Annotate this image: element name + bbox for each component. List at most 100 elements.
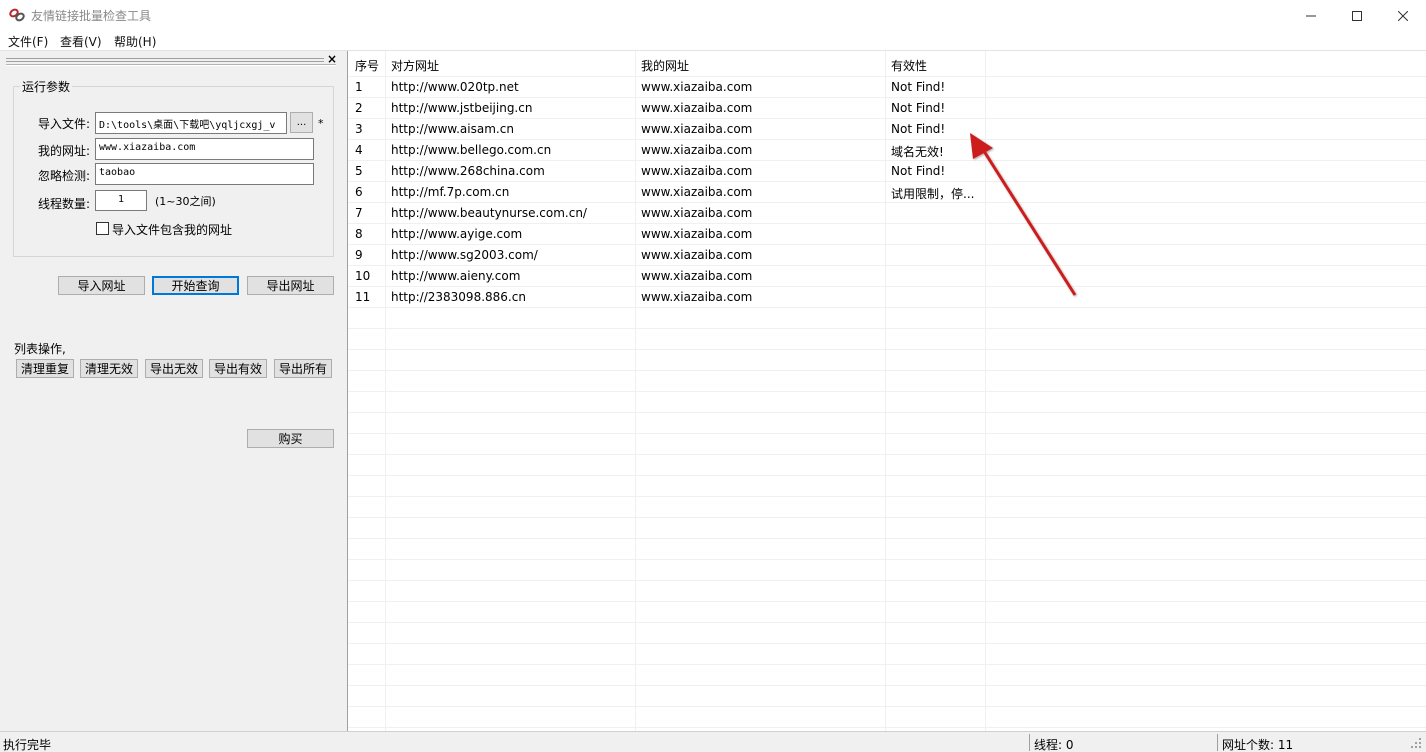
start-query-button[interactable]: 开始查询 bbox=[152, 276, 239, 295]
row-divider bbox=[348, 622, 1426, 623]
cell-my-url: www.xiazaiba.com bbox=[641, 143, 753, 157]
import-file-label: 导入文件: bbox=[38, 117, 91, 131]
cell-target-url: http://mf.7p.com.cn bbox=[391, 185, 510, 199]
cell-my-url: www.xiazaiba.com bbox=[641, 248, 753, 262]
minimize-icon bbox=[1306, 15, 1316, 16]
ignore-field[interactable]: taobao bbox=[95, 163, 314, 185]
cell-my-url: www.xiazaiba.com bbox=[641, 185, 753, 199]
header-my-url[interactable]: 我的网址 bbox=[641, 57, 689, 74]
export-all-button[interactable]: 导出所有 bbox=[274, 359, 332, 378]
minimize-button[interactable] bbox=[1288, 0, 1334, 31]
status-divider bbox=[1029, 734, 1030, 751]
row-divider bbox=[348, 139, 1426, 140]
cell-validity: Not Find! bbox=[891, 164, 946, 178]
row-divider bbox=[348, 685, 1426, 686]
status-divider bbox=[1217, 734, 1218, 751]
cell-target-url: http://www.ayige.com bbox=[391, 227, 523, 241]
results-table: 序号 对方网址 我的网址 有效性 1 http://www.020tp.net ww… bbox=[348, 51, 1426, 731]
cell-index: 6 bbox=[355, 185, 363, 199]
include-my-url-checkbox[interactable] bbox=[96, 222, 109, 235]
cell-validity: 域名无效! bbox=[891, 145, 944, 159]
cell-my-url: www.xiazaiba.com bbox=[641, 227, 753, 241]
row-divider bbox=[348, 265, 1426, 266]
cell-target-url: http://www.beautynurse.com.cn/ bbox=[391, 206, 587, 220]
cell-index: 8 bbox=[355, 227, 363, 241]
parameters-panel: × 运行参数 导入文件: D:\tools\桌面\下载吧\yqljcxgj_v … bbox=[0, 51, 341, 731]
import-file-field[interactable]: D:\tools\桌面\下载吧\yqljcxgj_v bbox=[95, 112, 287, 134]
cell-index: 5 bbox=[355, 164, 363, 178]
row-divider bbox=[348, 286, 1426, 287]
cell-target-url: http://www.aieny.com bbox=[391, 269, 521, 283]
row-divider bbox=[348, 496, 1426, 497]
header-target-url[interactable]: 对方网址 bbox=[391, 57, 439, 74]
panel-divider bbox=[6, 64, 336, 66]
cell-my-url: www.xiazaiba.com bbox=[641, 80, 753, 94]
row-divider bbox=[348, 517, 1426, 518]
cell-my-url: www.xiazaiba.com bbox=[641, 269, 753, 283]
panel-grip[interactable] bbox=[6, 58, 324, 62]
row-divider bbox=[348, 97, 1426, 98]
row-divider bbox=[348, 349, 1426, 350]
resize-grip-icon[interactable] bbox=[1410, 737, 1422, 749]
menu-view[interactable]: 查看(V) bbox=[60, 33, 102, 50]
cell-index: 3 bbox=[355, 122, 363, 136]
cell-index: 11 bbox=[355, 290, 371, 304]
row-divider bbox=[348, 538, 1426, 539]
threads-label: 线程数量: bbox=[38, 197, 91, 211]
row-divider bbox=[348, 118, 1426, 119]
row-divider bbox=[348, 181, 1426, 182]
header-index[interactable]: 序号 bbox=[355, 57, 379, 74]
status-threads: 线程: 0 bbox=[1034, 738, 1074, 752]
close-icon bbox=[1398, 10, 1408, 21]
cell-my-url: www.xiazaiba.com bbox=[641, 122, 753, 136]
cell-validity: Not Find! bbox=[891, 101, 946, 115]
cell-target-url: http://www.jstbeijing.cn bbox=[391, 101, 533, 115]
status-message: 执行完毕 bbox=[3, 738, 52, 752]
window-title: 友情链接批量检查工具 bbox=[31, 9, 152, 23]
menu-bar: 文件(F) 查看(V) 帮助(H) bbox=[0, 31, 1426, 51]
cell-target-url: http://www.aisam.cn bbox=[391, 122, 514, 136]
cell-index: 2 bbox=[355, 101, 363, 115]
row-divider bbox=[348, 433, 1426, 434]
cell-index: 7 bbox=[355, 206, 363, 220]
row-divider bbox=[348, 727, 1426, 728]
threads-field[interactable]: 1 bbox=[95, 190, 147, 211]
cell-index: 10 bbox=[355, 269, 371, 283]
include-my-url-label: 导入文件包含我的网址 bbox=[112, 223, 233, 237]
export-urls-button[interactable]: 导出网址 bbox=[247, 276, 334, 295]
menu-help[interactable]: 帮助(H) bbox=[114, 33, 156, 50]
cell-my-url: www.xiazaiba.com bbox=[641, 290, 753, 304]
row-divider bbox=[348, 601, 1426, 602]
row-divider bbox=[348, 454, 1426, 455]
panel-splitter[interactable] bbox=[341, 51, 348, 731]
maximize-button[interactable] bbox=[1334, 0, 1380, 31]
row-divider bbox=[348, 706, 1426, 707]
export-invalid-button[interactable]: 导出无效 bbox=[145, 359, 203, 378]
row-divider bbox=[348, 244, 1426, 245]
cell-target-url: http://www.sg2003.com/ bbox=[391, 248, 538, 262]
buy-button[interactable]: 购买 bbox=[247, 429, 334, 448]
cell-target-url: http://2383098.886.cn bbox=[391, 290, 526, 304]
cell-target-url: http://www.268china.com bbox=[391, 164, 545, 178]
required-mark: * bbox=[318, 117, 324, 130]
menu-file[interactable]: 文件(F) bbox=[8, 33, 48, 50]
close-window-button[interactable] bbox=[1380, 0, 1426, 31]
row-divider bbox=[348, 559, 1426, 560]
clean-invalid-button[interactable]: 清理无效 bbox=[80, 359, 138, 378]
cell-target-url: http://www.bellego.com.cn bbox=[391, 143, 552, 157]
browse-button[interactable]: ... bbox=[290, 112, 313, 133]
import-urls-button[interactable]: 导入网址 bbox=[58, 276, 145, 295]
status-bar: 执行完毕 线程: 0 网址个数: 11 bbox=[0, 731, 1426, 752]
list-ops-label: 列表操作, bbox=[14, 342, 66, 356]
header-validity[interactable]: 有效性 bbox=[891, 57, 927, 74]
row-divider bbox=[348, 160, 1426, 161]
clean-duplicates-button[interactable]: 清理重复 bbox=[16, 359, 74, 378]
row-divider bbox=[348, 370, 1426, 371]
maximize-icon bbox=[1352, 10, 1362, 21]
title-bar: 友情链接批量检查工具 bbox=[0, 0, 1426, 31]
export-valid-button[interactable]: 导出有效 bbox=[209, 359, 267, 378]
my-url-field[interactable]: www.xiazaiba.com bbox=[95, 138, 314, 160]
cell-validity: Not Find! bbox=[891, 80, 946, 94]
row-divider bbox=[348, 664, 1426, 665]
row-divider bbox=[348, 328, 1426, 329]
